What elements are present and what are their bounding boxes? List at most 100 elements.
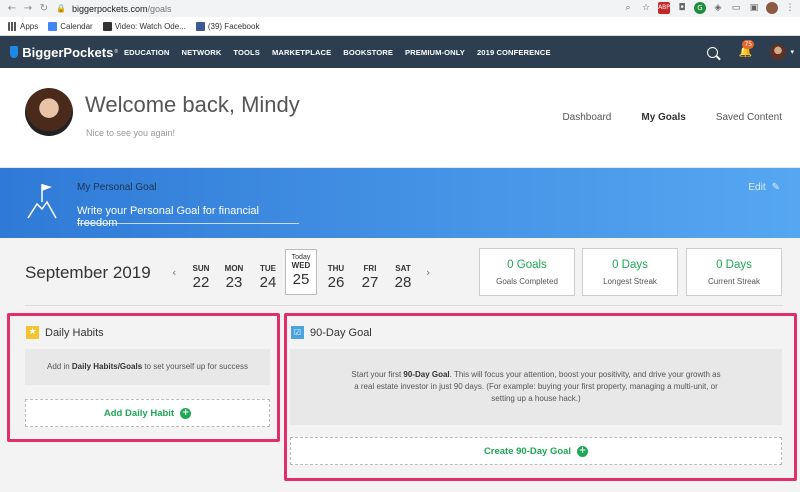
daily-habits-message: Add in Daily Habits/Goals to set yoursel…: [25, 349, 270, 385]
nav-2019-conference[interactable]: 2019 CONFERENCE: [471, 48, 557, 57]
puzzle-icon[interactable]: ▣: [748, 2, 760, 14]
day-date: 28: [394, 274, 412, 291]
lock-icon: 🔒: [56, 4, 66, 13]
day-date: 25: [292, 271, 310, 288]
day-thu[interactable]: THU 26: [320, 264, 352, 291]
day-name: THU: [327, 264, 345, 273]
bookmark-facebook[interactable]: (39) Facebook: [195, 21, 260, 31]
day-mon[interactable]: MON 23: [218, 264, 250, 291]
divider: [25, 305, 783, 306]
tab-dashboard[interactable]: Dashboard: [562, 112, 611, 123]
nav-education[interactable]: EDUCATION: [118, 48, 175, 57]
message-text: Add in: [47, 362, 72, 371]
pencil-icon: ✎: [771, 182, 780, 193]
back-icon[interactable]: ←: [4, 3, 20, 14]
edit-label: Edit: [748, 182, 766, 193]
add-daily-habit-button[interactable]: Add Daily Habit +: [25, 399, 270, 427]
shield-logo-icon: [10, 46, 19, 58]
bookmark-video[interactable]: Video: Watch Ode...: [102, 21, 186, 31]
menu-icon[interactable]: ⋮: [784, 2, 796, 14]
month-label: September 2019: [25, 263, 151, 282]
day-sat[interactable]: SAT 28: [387, 264, 419, 291]
search-icon[interactable]: [707, 46, 719, 58]
address-bar[interactable]: 🔒 biggerpockets.com /goals: [56, 1, 688, 16]
grammarly-icon[interactable]: G: [694, 2, 706, 14]
welcome-subtitle: Nice to see you again!: [86, 128, 176, 138]
daily-habits-heading: Daily Habits: [45, 326, 104, 339]
chevron-left-icon[interactable]: ‹: [172, 266, 176, 279]
day-fri[interactable]: FRI 27: [354, 264, 386, 291]
today-label: Today: [291, 254, 311, 261]
bookmark-star-icon[interactable]: ☆: [640, 2, 652, 14]
url-path: /goals: [147, 3, 172, 14]
facebook-icon: [195, 21, 205, 31]
apps-grid-icon: [8, 21, 17, 31]
message-bold: 90-Day Goal: [403, 370, 450, 379]
stat-label: Longest Streak: [603, 277, 657, 286]
edit-goal-button[interactable]: Edit ✎: [748, 182, 780, 193]
bookmark-apps[interactable]: Apps: [8, 21, 39, 31]
chevron-right-icon[interactable]: ›: [426, 266, 430, 279]
nav-bookstore[interactable]: BOOKSTORE: [337, 48, 399, 57]
calendar-check-icon: ☑: [291, 326, 304, 339]
button-label: Create 90-Day Goal: [483, 445, 572, 457]
bookmarks-bar: Apps Calendar Video: Watch Ode... (39) F…: [0, 17, 800, 36]
chevron-down-icon[interactable]: ▾: [790, 48, 794, 56]
message-text: to set yourself up for success: [142, 362, 248, 371]
cast-icon[interactable]: ▭: [730, 2, 742, 14]
day-tue[interactable]: TUE 24: [252, 264, 284, 291]
message-text: Start your first: [351, 370, 404, 379]
stat-value: 0 Days: [716, 259, 752, 271]
user-avatar[interactable]: [770, 44, 787, 60]
reload-icon[interactable]: ↻: [36, 3, 52, 14]
star-icon: ★: [26, 326, 39, 339]
site-header: BiggerPockets ® EDUCATION NETWORK TOOLS M…: [0, 36, 800, 68]
nav-tools[interactable]: TOOLS: [227, 48, 266, 57]
bookmark-label: Calendar: [60, 21, 93, 31]
personal-goal-banner: My Personal Goal Write your Personal Goa…: [0, 168, 800, 238]
daily-habits-title: ★ Daily Habits: [26, 326, 104, 339]
brand-logo[interactable]: BiggerPockets ®: [10, 45, 118, 60]
nav-premium-only[interactable]: PREMIUM-ONLY: [399, 48, 471, 57]
day-wed-today[interactable]: Today WED 25: [285, 249, 317, 295]
tab-saved-content[interactable]: Saved Content: [716, 112, 782, 123]
nav-network[interactable]: NETWORK: [175, 48, 227, 57]
day-date: 26: [327, 274, 345, 291]
day-date: 22: [192, 274, 210, 291]
video-icon: [102, 21, 112, 31]
camera-icon[interactable]: ◘: [676, 2, 688, 14]
day-name: SAT: [395, 264, 411, 273]
bookmark-label: (39) Facebook: [207, 21, 260, 31]
day-name: TUE: [260, 264, 276, 273]
stat-current-streak: 0 Days Current Streak: [686, 248, 782, 296]
zoom-icon[interactable]: ⌕: [622, 2, 634, 14]
goal-tabs: Dashboard My Goals Saved Content: [562, 112, 782, 123]
extension-icon-2[interactable]: ◈: [712, 2, 724, 14]
url-host: biggerpockets.com: [71, 3, 148, 14]
forward-icon[interactable]: →: [20, 3, 36, 14]
day-date: 23: [225, 274, 243, 291]
bookmark-label: Video: Watch Ode...: [114, 21, 186, 31]
stat-label: Goals Completed: [496, 277, 558, 286]
personal-goal-label: My Personal Goal: [77, 182, 157, 193]
personal-goal-input[interactable]: Write your Personal Goal for financial f…: [77, 202, 299, 229]
create-90-day-goal-button[interactable]: Create 90-Day Goal +: [290, 437, 782, 465]
day-date: 24: [259, 274, 277, 291]
day-date: 27: [361, 274, 379, 291]
bookmark-calendar[interactable]: Calendar: [48, 21, 93, 31]
bookmark-label: Apps: [20, 21, 39, 31]
day-name: WED: [291, 261, 311, 270]
stat-value: 0 Days: [612, 259, 648, 271]
tab-my-goals[interactable]: My Goals: [641, 112, 685, 123]
day-sun[interactable]: SUN 22: [185, 264, 217, 291]
bell-icon[interactable]: 🔔 75: [738, 40, 755, 59]
welcome-header: Welcome back, Mindy Nice to see you agai…: [0, 68, 800, 168]
profile-avatar[interactable]: [766, 2, 778, 14]
stat-goals-completed: 0 Goals Goals Completed: [479, 248, 575, 296]
nav-marketplace[interactable]: MARKETPLACE: [266, 48, 337, 57]
brand-name: BiggerPockets: [22, 44, 114, 60]
ninety-day-message: Start your first 90-Day Goal. This will …: [290, 349, 782, 425]
plus-circle-icon: +: [180, 407, 192, 419]
welcome-title: Welcome back, Mindy: [85, 92, 300, 117]
extension-icon[interactable]: ABP: [658, 2, 670, 14]
